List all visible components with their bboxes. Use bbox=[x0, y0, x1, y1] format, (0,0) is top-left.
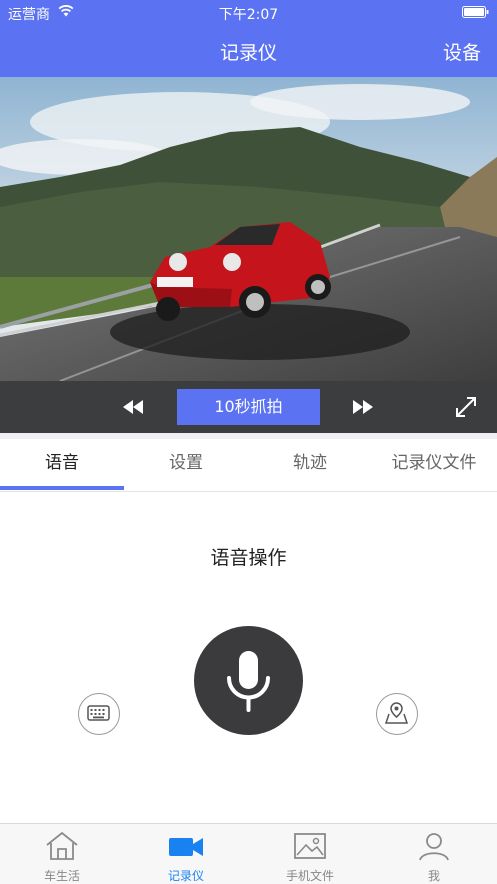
bottom-tab-bar: 车生活 记录仪 手机文件 我 bbox=[0, 823, 497, 884]
tab-recorder-files[interactable]: 记录仪文件 bbox=[372, 439, 496, 491]
device-button[interactable]: 设备 bbox=[443, 38, 481, 65]
keyboard-button[interactable] bbox=[78, 693, 120, 735]
microphone-icon bbox=[227, 651, 270, 712]
tab-settings[interactable]: 设置 bbox=[124, 439, 248, 491]
tabbar-label: 手机文件 bbox=[285, 869, 334, 883]
tabbar-item-car-life[interactable]: 车生活 bbox=[0, 824, 124, 884]
status-time: 下午2:07 bbox=[218, 7, 279, 23]
voice-record-button[interactable] bbox=[194, 626, 303, 735]
map-pin-icon bbox=[384, 702, 409, 724]
tab-voice[interactable]: 语音 bbox=[0, 439, 124, 491]
battery-icon bbox=[462, 6, 489, 18]
home-icon bbox=[46, 831, 78, 860]
video-frame-image bbox=[0, 77, 497, 381]
rewind-icon[interactable] bbox=[121, 395, 145, 419]
image-icon bbox=[294, 833, 326, 859]
fullscreen-icon[interactable] bbox=[454, 395, 478, 419]
tabbar-item-recorder[interactable]: 记录仪 bbox=[124, 824, 248, 884]
tabbar-label: 车生活 bbox=[43, 869, 80, 883]
person-icon bbox=[419, 833, 449, 861]
playback-control-bar: 10秒抓拍 bbox=[0, 381, 497, 433]
tabbar-label: 记录仪 bbox=[167, 869, 204, 883]
status-bar: 运营商 下午2:07 bbox=[0, 0, 497, 26]
fast-forward-icon[interactable] bbox=[351, 395, 375, 419]
keyboard-icon bbox=[87, 705, 110, 721]
tabbar-item-me[interactable]: 我 bbox=[372, 824, 496, 884]
function-tabs: 语音 设置 轨迹 记录仪文件 bbox=[0, 439, 497, 492]
video-camera-icon bbox=[169, 838, 203, 856]
voice-section-title: 语音操作 bbox=[210, 547, 287, 569]
header: 运营商 下午2:07 记录仪 设备 bbox=[0, 0, 497, 77]
navigation-button[interactable] bbox=[376, 693, 418, 735]
tabbar-label: 我 bbox=[427, 869, 440, 883]
tabbar-item-phone-files[interactable]: 手机文件 bbox=[248, 824, 372, 884]
tab-track[interactable]: 轨迹 bbox=[248, 439, 372, 491]
video-preview[interactable] bbox=[0, 77, 497, 381]
active-tab-indicator bbox=[0, 486, 124, 490]
page-title: 记录仪 bbox=[219, 42, 277, 64]
snapshot-button[interactable]: 10秒抓拍 bbox=[177, 389, 320, 425]
